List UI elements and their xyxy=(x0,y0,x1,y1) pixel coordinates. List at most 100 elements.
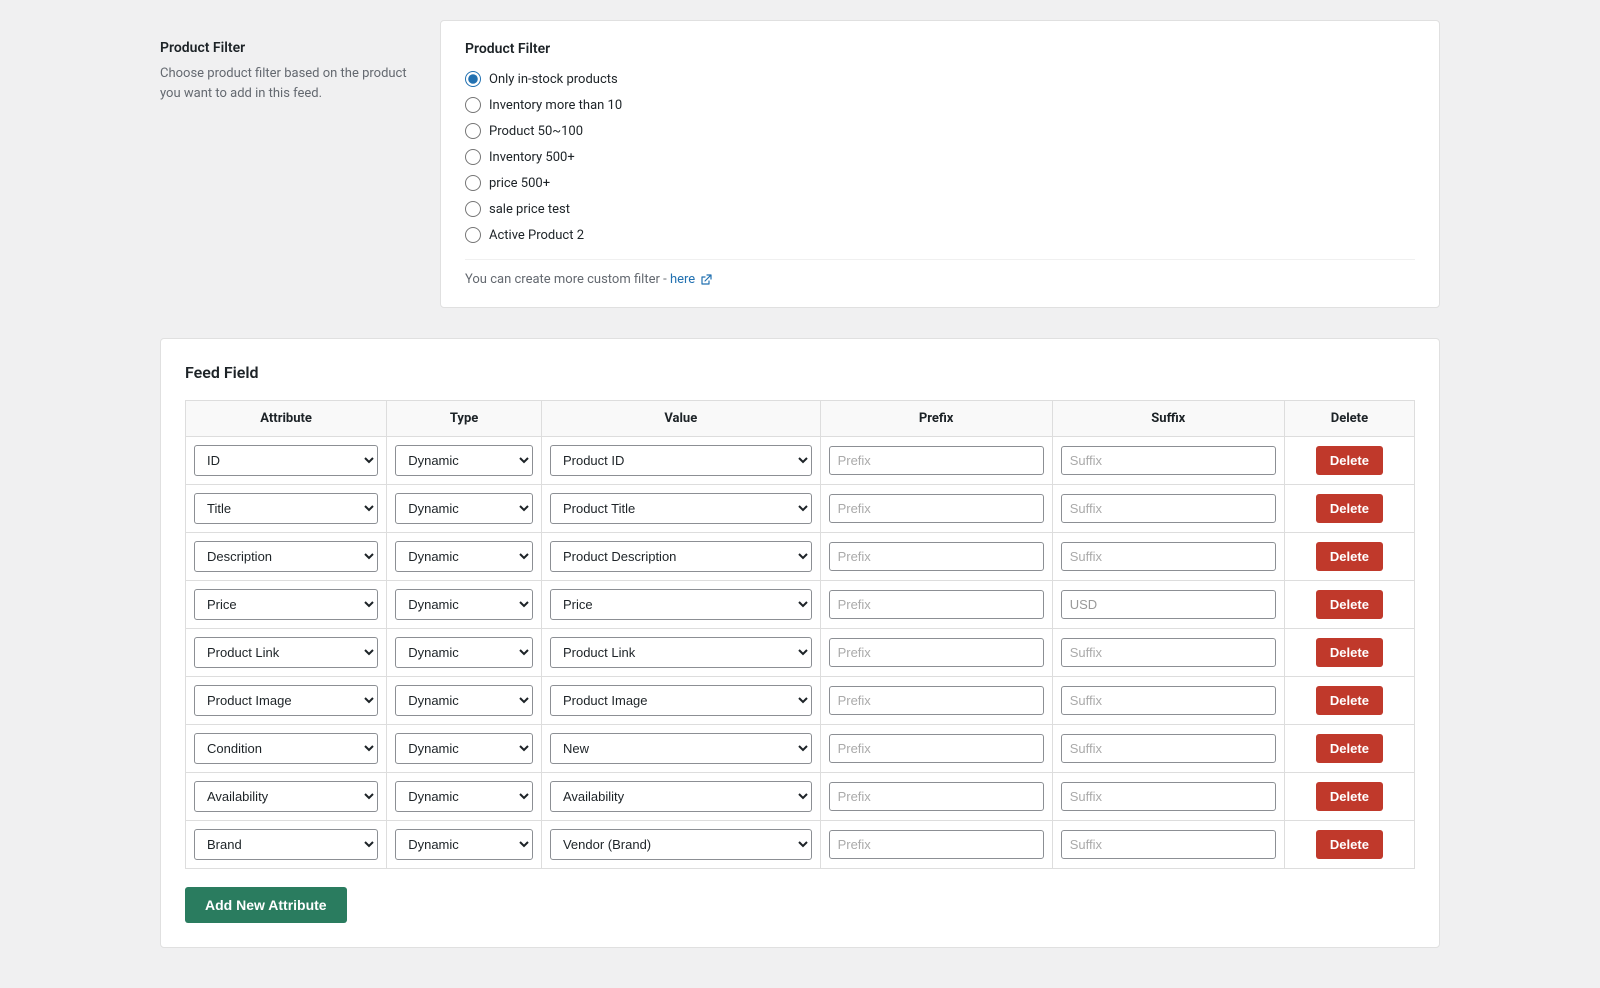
radio-input-0[interactable] xyxy=(465,71,481,87)
value-select-3[interactable]: Price xyxy=(550,589,812,620)
type-select-0[interactable]: Dynamic xyxy=(395,445,533,476)
radio-item-2[interactable]: Product 50~100 xyxy=(465,123,1415,139)
radio-input-3[interactable] xyxy=(465,149,481,165)
radio-label-1: Inventory more than 10 xyxy=(489,98,622,113)
radio-item-1[interactable]: Inventory more than 10 xyxy=(465,97,1415,113)
delete-button-6[interactable]: Delete xyxy=(1316,734,1383,763)
attribute-select-7[interactable]: Availability xyxy=(194,781,378,812)
table-row: Availability Dynamic Availability Delete xyxy=(186,773,1415,821)
value-select-8[interactable]: Vendor (Brand) xyxy=(550,829,812,860)
radio-label-6: Active Product 2 xyxy=(489,228,584,243)
table-row: ID Dynamic Product ID Delete xyxy=(186,437,1415,485)
prefix-input-1[interactable] xyxy=(829,494,1044,523)
radio-input-5[interactable] xyxy=(465,201,481,217)
radio-item-5[interactable]: sale price test xyxy=(465,201,1415,217)
table-row: Price Dynamic Price Delete xyxy=(186,581,1415,629)
type-select-1[interactable]: Dynamic xyxy=(395,493,533,524)
attribute-select-6[interactable]: Condition xyxy=(194,733,378,764)
suffix-input-5[interactable] xyxy=(1061,686,1276,715)
col-header-attribute: Attribute xyxy=(186,401,387,437)
feed-field-section: Feed Field Attribute Type Value Prefix S… xyxy=(160,338,1440,948)
attribute-select-3[interactable]: Price xyxy=(194,589,378,620)
value-select-4[interactable]: Product Link xyxy=(550,637,812,668)
suffix-input-7[interactable] xyxy=(1061,782,1276,811)
radio-label-5: sale price test xyxy=(489,202,570,217)
attribute-select-4[interactable]: Product Link xyxy=(194,637,378,668)
radio-input-2[interactable] xyxy=(465,123,481,139)
prefix-input-5[interactable] xyxy=(829,686,1044,715)
table-row: Product Image Dynamic Product Image Delete xyxy=(186,677,1415,725)
suffix-input-6[interactable] xyxy=(1061,734,1276,763)
custom-filter-note: You can create more custom filter - here xyxy=(465,259,1415,287)
product-filter-section: Product Filter Choose product filter bas… xyxy=(160,20,1440,308)
delete-button-3[interactable]: Delete xyxy=(1316,590,1383,619)
suffix-input-8[interactable] xyxy=(1061,830,1276,859)
radio-input-6[interactable] xyxy=(465,227,481,243)
type-select-2[interactable]: Dynamic xyxy=(395,541,533,572)
delete-button-0[interactable]: Delete xyxy=(1316,446,1383,475)
radio-item-6[interactable]: Active Product 2 xyxy=(465,227,1415,243)
value-select-2[interactable]: Product Description xyxy=(550,541,812,572)
attribute-select-2[interactable]: Description xyxy=(194,541,378,572)
prefix-input-2[interactable] xyxy=(829,542,1044,571)
suffix-input-1[interactable] xyxy=(1061,494,1276,523)
suffix-input-2[interactable] xyxy=(1061,542,1276,571)
attribute-select-5[interactable]: Product Image xyxy=(194,685,378,716)
radio-label-2: Product 50~100 xyxy=(489,124,583,139)
prefix-input-6[interactable] xyxy=(829,734,1044,763)
delete-button-8[interactable]: Delete xyxy=(1316,830,1383,859)
value-select-5[interactable]: Product Image xyxy=(550,685,812,716)
suffix-input-3[interactable] xyxy=(1061,590,1276,619)
radio-item-0[interactable]: Only in-stock products xyxy=(465,71,1415,87)
type-select-8[interactable]: Dynamic xyxy=(395,829,533,860)
type-select-4[interactable]: Dynamic xyxy=(395,637,533,668)
table-row: Description Dynamic Product Description Del… xyxy=(186,533,1415,581)
custom-filter-link[interactable]: here xyxy=(670,272,712,287)
type-select-6[interactable]: Dynamic xyxy=(395,733,533,764)
delete-button-2[interactable]: Delete xyxy=(1316,542,1383,571)
col-header-delete: Delete xyxy=(1284,401,1414,437)
radio-item-3[interactable]: Inventory 500+ xyxy=(465,149,1415,165)
product-filter-left: Product Filter Choose product filter bas… xyxy=(160,20,440,308)
attribute-select-1[interactable]: Title xyxy=(194,493,378,524)
external-link-icon xyxy=(700,274,712,286)
radio-label-3: Inventory 500+ xyxy=(489,150,575,165)
product-filter-description: Choose product filter based on the produ… xyxy=(160,64,420,103)
delete-button-7[interactable]: Delete xyxy=(1316,782,1383,811)
attribute-select-8[interactable]: Brand xyxy=(194,829,378,860)
delete-button-5[interactable]: Delete xyxy=(1316,686,1383,715)
delete-button-1[interactable]: Delete xyxy=(1316,494,1383,523)
value-select-1[interactable]: Product Title xyxy=(550,493,812,524)
suffix-input-4[interactable] xyxy=(1061,638,1276,667)
type-select-3[interactable]: Dynamic xyxy=(395,589,533,620)
value-select-7[interactable]: Availability xyxy=(550,781,812,812)
attribute-select-0[interactable]: ID xyxy=(194,445,378,476)
table-row: Title Dynamic Product Title Delete xyxy=(186,485,1415,533)
prefix-input-4[interactable] xyxy=(829,638,1044,667)
col-header-suffix: Suffix xyxy=(1052,401,1284,437)
col-header-type: Type xyxy=(387,401,542,437)
table-header-row: Attribute Type Value Prefix Suffix Delet… xyxy=(186,401,1415,437)
prefix-input-7[interactable] xyxy=(829,782,1044,811)
radio-item-4[interactable]: price 500+ xyxy=(465,175,1415,191)
add-new-attribute-button[interactable]: Add New Attribute xyxy=(185,887,347,923)
delete-button-4[interactable]: Delete xyxy=(1316,638,1383,667)
radio-input-4[interactable] xyxy=(465,175,481,191)
suffix-input-0[interactable] xyxy=(1061,446,1276,475)
product-filter-radio-group: Only in-stock products Inventory more tha… xyxy=(465,71,1415,243)
radio-input-1[interactable] xyxy=(465,97,481,113)
value-select-6[interactable]: New xyxy=(550,733,812,764)
type-select-5[interactable]: Dynamic xyxy=(395,685,533,716)
prefix-input-0[interactable] xyxy=(829,446,1044,475)
radio-label-4: price 500+ xyxy=(489,176,550,191)
feed-field-title: Feed Field xyxy=(185,363,1415,382)
product-filter-card-title: Product Filter xyxy=(465,41,1415,57)
table-row: Product Link Dynamic Product Link Delete xyxy=(186,629,1415,677)
table-row: Brand Dynamic Vendor (Brand) Delete xyxy=(186,821,1415,869)
prefix-input-3[interactable] xyxy=(829,590,1044,619)
type-select-7[interactable]: Dynamic xyxy=(395,781,533,812)
value-select-0[interactable]: Product ID xyxy=(550,445,812,476)
col-header-prefix: Prefix xyxy=(820,401,1052,437)
prefix-input-8[interactable] xyxy=(829,830,1044,859)
product-filter-section-title: Product Filter xyxy=(160,40,420,56)
